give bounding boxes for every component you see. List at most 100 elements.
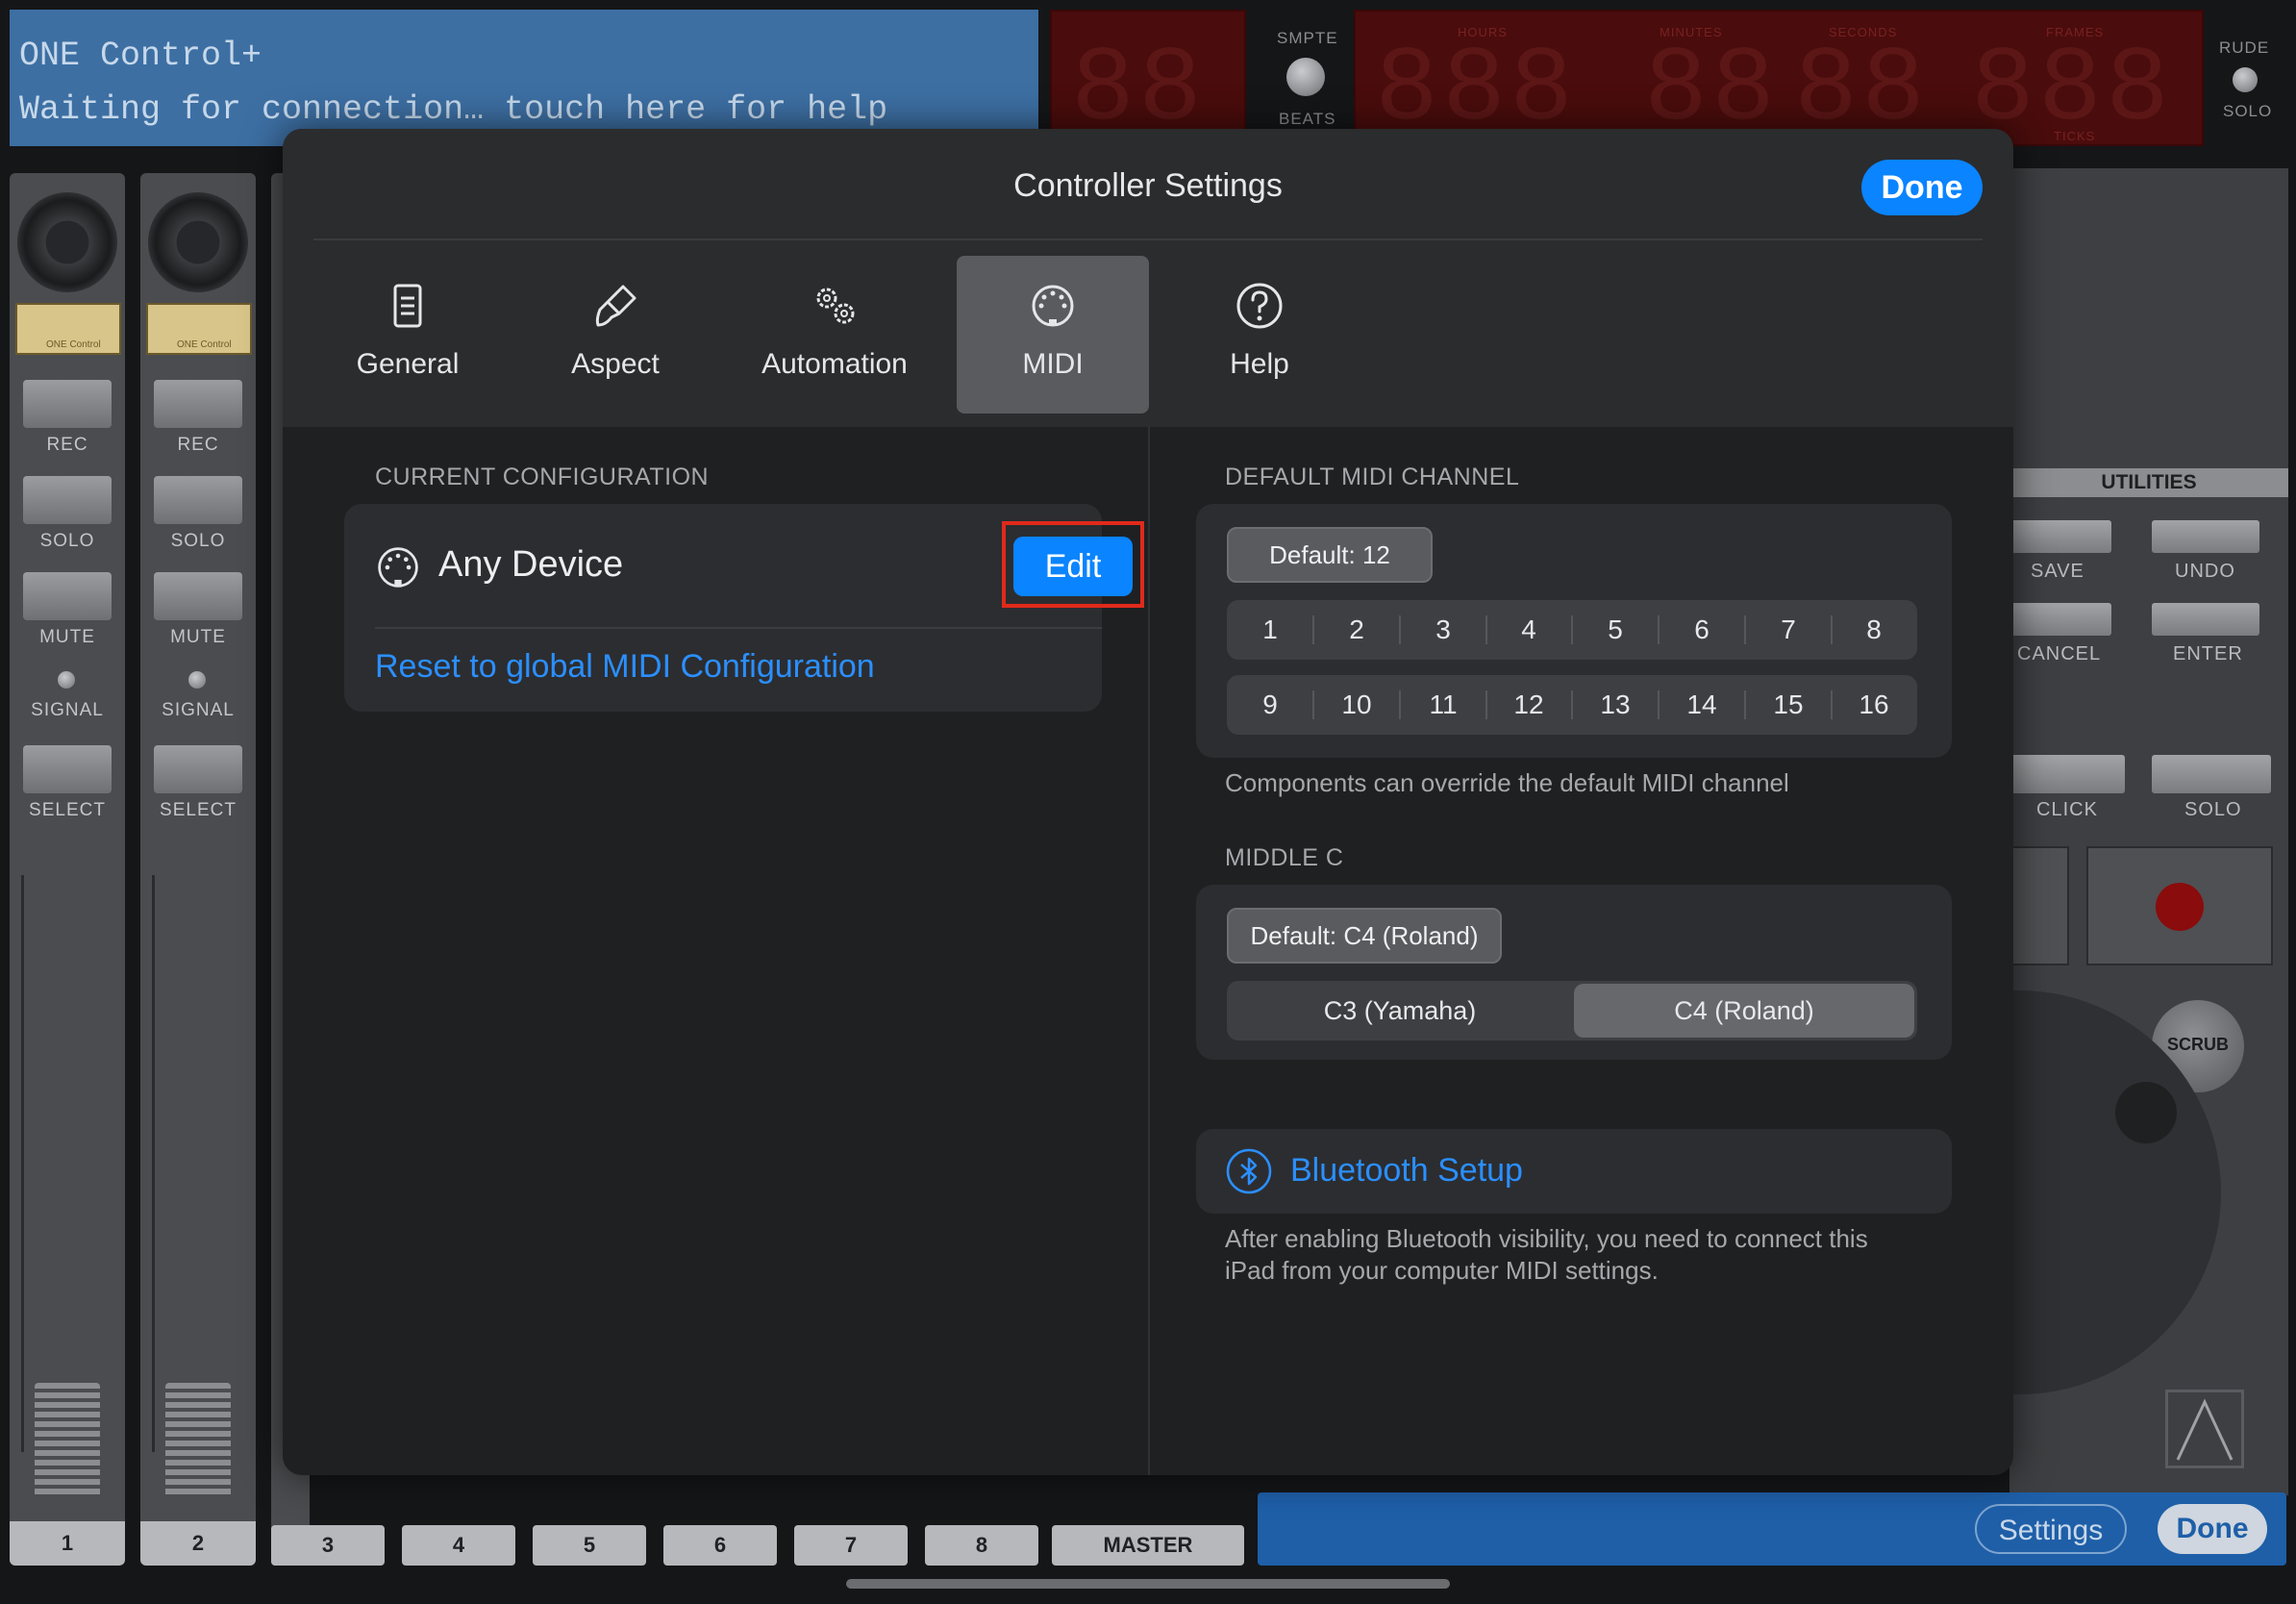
solo-label: SOLO [2184, 799, 2242, 820]
utilities-header: UTILITIES [2009, 468, 2288, 497]
bluetooth-setup-row[interactable]: Bluetooth Setup [1196, 1129, 1952, 1214]
channel-7[interactable]: 7 [1745, 600, 1832, 660]
settings-button[interactable]: Settings [1975, 1504, 2127, 1554]
channel-11[interactable]: 11 [1400, 675, 1486, 735]
channel-number-7[interactable]: 7 [794, 1525, 908, 1566]
select-button[interactable] [23, 745, 112, 793]
fader-track[interactable] [21, 875, 113, 1452]
click-button[interactable] [2009, 755, 2125, 793]
bluetooth-note-line1: After enabling Bluetooth visibility, you… [1225, 1224, 1868, 1253]
paintbrush-icon [595, 285, 636, 327]
rec-label: REC [177, 435, 219, 455]
channel-4[interactable]: 4 [1485, 600, 1572, 660]
midi-icon [378, 547, 418, 588]
channel-6[interactable]: 6 [1659, 600, 1745, 660]
tab-automation[interactable]: Automation [738, 256, 931, 414]
bottom-bar: Settings Done [1258, 1492, 2286, 1566]
lcd-title: ONE Control+ [19, 37, 262, 75]
current-config-card: Any Device Edit Reset to global MIDI Con… [344, 504, 1144, 712]
fader-track[interactable] [152, 875, 244, 1452]
stop-button[interactable] [2009, 846, 2069, 965]
tab-general[interactable]: General [312, 256, 504, 414]
channel-9[interactable]: 9 [1227, 675, 1313, 735]
smpte-beats-toggle[interactable] [1286, 58, 1325, 96]
option-c3-yamaha[interactable]: C3 (Yamaha) [1230, 984, 1570, 1038]
tab-aspect[interactable]: Aspect [519, 256, 711, 414]
default-middle-c-chip: Default: C4 (Roland) [1227, 908, 1502, 964]
undo-button[interactable] [2152, 520, 2259, 553]
pan-knob[interactable] [148, 192, 248, 292]
cancel-label: CANCEL [2017, 643, 2102, 664]
channel-5[interactable]: 5 [1572, 600, 1659, 660]
solo-button[interactable] [154, 476, 242, 524]
lcd-display[interactable]: ONE Control+ Waiting for connection… tou… [10, 10, 1038, 146]
channel-13[interactable]: 13 [1572, 675, 1659, 735]
channel-12[interactable]: 12 [1485, 675, 1572, 735]
reset-midi-config-link[interactable]: Reset to global MIDI Configuration [375, 648, 875, 686]
beats-counter: 88 [1050, 10, 1246, 146]
channel-number-6[interactable]: 6 [663, 1525, 777, 1566]
option-c4-roland[interactable]: C4 (Roland) [1574, 984, 1914, 1038]
rude-solo-light [2233, 67, 2258, 92]
modal-header: Controller Settings Done General Aspect … [283, 129, 2013, 427]
right-panel: UTILITIES SAVE UNDO CANCEL ENTER CLICK S… [1817, 168, 2288, 1495]
channel-number-5[interactable]: 5 [533, 1525, 646, 1566]
signal-led [58, 671, 75, 689]
rec-button[interactable] [23, 380, 112, 428]
rec-label: REC [46, 435, 88, 455]
modal-title: Controller Settings [1013, 167, 1283, 204]
solo-label: SOLO [170, 531, 226, 551]
channel-3[interactable]: 3 [1400, 600, 1486, 660]
undo-label: UNDO [2175, 561, 2235, 582]
vu-brand: ONE Control [177, 339, 232, 350]
done-button[interactable]: Done [1861, 160, 1983, 215]
bluetooth-note: After enabling Bluetooth visibility, you… [1225, 1223, 1868, 1287]
question-icon [1236, 283, 1283, 329]
fader-cap[interactable] [165, 1383, 231, 1498]
channel-master[interactable]: MASTER [1052, 1525, 1244, 1566]
enter-label: ENTER [2173, 643, 2243, 664]
signal-led [188, 671, 206, 689]
cancel-button[interactable] [2009, 603, 2111, 636]
midi-icon [1032, 285, 1074, 327]
save-label: SAVE [2031, 561, 2084, 582]
done-button-bottom[interactable]: Done [2158, 1504, 2267, 1554]
channel-10[interactable]: 10 [1313, 675, 1400, 735]
enter-button[interactable] [2152, 603, 2259, 636]
channel-strip-1: ONE Control REC SOLO MUTE SIGNAL SELECT … [10, 173, 125, 1566]
channel-14[interactable]: 14 [1659, 675, 1745, 735]
channel-2[interactable]: 2 [1313, 600, 1400, 660]
select-label: SELECT [29, 800, 106, 820]
gears-icon [816, 288, 855, 324]
select-button[interactable] [154, 745, 242, 793]
click-label: CLICK [2036, 799, 2098, 820]
mute-label: MUTE [170, 627, 226, 647]
pan-knob[interactable] [17, 192, 117, 292]
solo-button[interactable] [23, 476, 112, 524]
channel-8[interactable]: 8 [1831, 600, 1917, 660]
rec-button[interactable] [154, 380, 242, 428]
solo-button[interactable] [2152, 755, 2271, 793]
time-counter: HOURS MINUTES SECONDS FRAMES 888 88 88 8… [1354, 10, 2204, 146]
middle-c-card: Default: C4 (Roland) C3 (Yamaha) C4 (Rol… [1196, 885, 1952, 1060]
channel-1[interactable]: 1 [1227, 600, 1313, 660]
channel-number-3[interactable]: 3 [271, 1525, 385, 1566]
mute-button[interactable] [23, 572, 112, 620]
channel-15[interactable]: 15 [1745, 675, 1832, 735]
channel-number-4[interactable]: 4 [402, 1525, 515, 1566]
default-channel-chip: Default: 12 [1227, 527, 1433, 583]
signal-label: SIGNAL [31, 700, 104, 720]
channel-16[interactable]: 16 [1831, 675, 1917, 735]
save-button[interactable] [2009, 520, 2111, 553]
tab-help[interactable]: Help [1163, 256, 1356, 414]
mute-button[interactable] [154, 572, 242, 620]
solo-label: SOLO [39, 531, 95, 551]
channel-number-8[interactable]: 8 [925, 1525, 1038, 1566]
tab-automation-label: Automation [761, 348, 908, 380]
record-button[interactable] [2086, 846, 2273, 965]
rude-label: RUDE [2219, 38, 2270, 57]
edit-button[interactable]: Edit [1013, 537, 1133, 596]
midi-channel-note: Components can override the default MIDI… [1225, 768, 1789, 797]
tab-midi[interactable]: MIDI [957, 256, 1149, 414]
fader-cap[interactable] [35, 1383, 100, 1498]
